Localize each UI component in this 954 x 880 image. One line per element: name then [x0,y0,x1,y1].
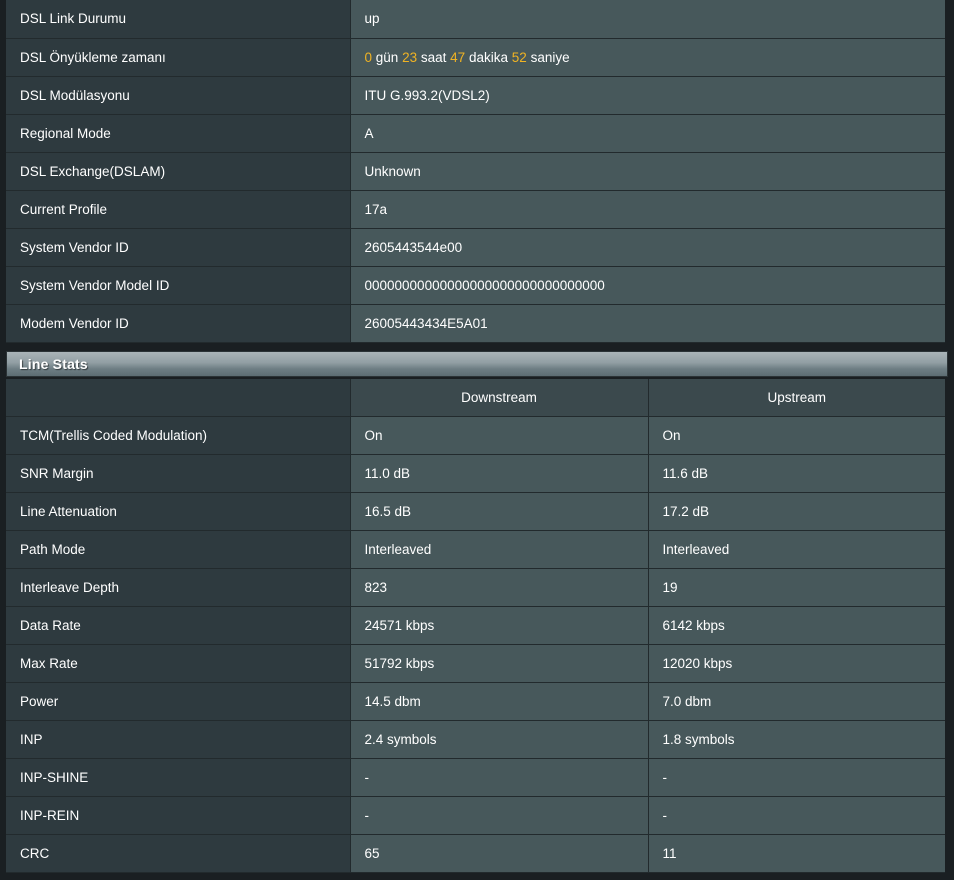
uptime-value: 0 gün 23 saat 47 dakika 52 saniye [350,38,945,77]
row-label: Max Rate [3,644,351,683]
table-row: Max Rate 51792 kbps 12020 kbps [3,644,945,683]
row-label: INP-REIN [3,796,351,835]
table-row: Path Mode Interleaved Interleaved [3,530,945,569]
table-row: Regional Mode A [3,114,945,153]
line-stats-table: Downstream Upstream TCM(Trellis Coded Mo… [0,378,945,873]
uptime-hours: 23 [402,49,418,65]
row-value: up [350,0,945,39]
table-row: INP 2.4 symbols 1.8 symbols [3,720,945,759]
table-row: SNR Margin 11.0 dB 11.6 dB [3,454,945,493]
row-value-downstream: 51792 kbps [350,644,649,683]
table-row: INP-REIN - - [3,796,945,835]
uptime-minutes-unit: dakika [468,49,508,65]
row-label: Interleave Depth [3,568,351,607]
row-value-downstream: 823 [350,568,649,607]
row-label: Data Rate [3,606,351,645]
row-label: Power [3,682,351,721]
table-row: INP-SHINE - - [3,758,945,797]
table-row: Line Attenuation 16.5 dB 17.2 dB [3,492,945,531]
row-value-upstream: 17.2 dB [648,492,945,531]
row-label: System Vendor ID [3,228,351,267]
row-label: Regional Mode [3,114,351,153]
row-value: 2605443544e00 [350,228,945,267]
row-value-upstream: - [648,796,945,835]
table-row: Current Profile 17a [3,190,945,229]
row-label: Current Profile [3,190,351,229]
table-row: TCM(Trellis Coded Modulation) On On [3,416,945,455]
table-row: CRC 65 11 [3,834,945,873]
row-value: 26005443434E5A01 [350,304,945,343]
uptime-hours-unit: saat [420,49,447,65]
table-row: Modem Vendor ID 26005443434E5A01 [3,304,945,343]
row-value-upstream: 6142 kbps [648,606,945,645]
table-row: Power 14.5 dbm 7.0 dbm [3,682,945,721]
uptime-days-unit: gün [375,49,399,65]
row-value: 00000000000000000000000000000000 [350,266,945,305]
dsl-info-table: DSL Link Durumu up DSL Önyükleme zamanı 0 g… [0,0,945,343]
row-value-upstream: 12020 kbps [648,644,945,683]
row-value-downstream: 65 [350,834,649,873]
uptime-minutes: 47 [450,49,466,65]
uptime-days: 0 [364,49,373,65]
line-stats-section-header: Line Stats [6,350,948,377]
row-label: INP-SHINE [3,758,351,797]
row-value-downstream: On [350,416,649,455]
row-label: DSL Exchange(DSLAM) [3,152,351,191]
dsl-status-page: DSL Link Durumu up DSL Önyükleme zamanı 0 g… [0,0,954,880]
table-row: DSL Modülasyonu ITU G.993.2(VDSL2) [3,76,945,115]
row-value-upstream: On [648,416,945,455]
row-value-upstream: 11.6 dB [648,454,945,493]
line-stats-head: Downstream Upstream [3,378,945,417]
row-label: System Vendor Model ID [3,266,351,305]
uptime-seconds-unit: saniye [530,49,570,65]
row-label: Modem Vendor ID [3,304,351,343]
uptime-seconds: 52 [511,49,527,65]
line-stats-title: Line Stats [19,355,88,372]
row-label: DSL Modülasyonu [3,76,351,115]
row-label: TCM(Trellis Coded Modulation) [3,416,351,455]
row-value: A [350,114,945,153]
row-label: CRC [3,834,351,873]
table-row: System Vendor ID 2605443544e00 [3,228,945,267]
table-row: System Vendor Model ID 000000000000000000… [3,266,945,305]
row-value: 17a [350,190,945,229]
row-value-downstream: 14.5 dbm [350,682,649,721]
line-stats-header-row: Downstream Upstream [3,378,945,417]
row-value-downstream: 24571 kbps [350,606,649,645]
table-row: DSL Exchange(DSLAM) Unknown [3,152,945,191]
row-label: Path Mode [3,530,351,569]
table-row: Data Rate 24571 kbps 6142 kbps [3,606,945,645]
row-value: ITU G.993.2(VDSL2) [350,76,945,115]
dsl-info-body: DSL Link Durumu up DSL Önyükleme zamanı 0 g… [3,0,945,343]
line-stats-header-upstream: Upstream [648,378,945,417]
row-label: SNR Margin [3,454,351,493]
row-label: INP [3,720,351,759]
row-value-upstream: 19 [648,568,945,607]
row-label: DSL Önyükleme zamanı [3,38,351,77]
row-value-upstream: 11 [648,834,945,873]
table-row: DSL Link Durumu up [3,0,945,39]
row-value-downstream: Interleaved [350,530,649,569]
table-row: Interleave Depth 823 19 [3,568,945,607]
row-value-upstream: Interleaved [648,530,945,569]
row-value-downstream: - [350,796,649,835]
line-stats-header-blank [3,378,351,417]
row-value-upstream: 7.0 dbm [648,682,945,721]
row-value-downstream: 2.4 symbols [350,720,649,759]
line-stats-header-downstream: Downstream [350,378,649,417]
row-label: Line Attenuation [3,492,351,531]
row-label: DSL Link Durumu [3,0,351,39]
row-value-downstream: 11.0 dB [350,454,649,493]
row-value-downstream: 16.5 dB [350,492,649,531]
row-value-upstream: - [648,758,945,797]
row-value-upstream: 1.8 symbols [648,720,945,759]
table-row: DSL Önyükleme zamanı 0 gün 23 saat 47 dak… [3,38,945,77]
row-value: Unknown [350,152,945,191]
line-stats-body: TCM(Trellis Coded Modulation) On On SNR Mar… [3,416,945,873]
row-value-downstream: - [350,758,649,797]
